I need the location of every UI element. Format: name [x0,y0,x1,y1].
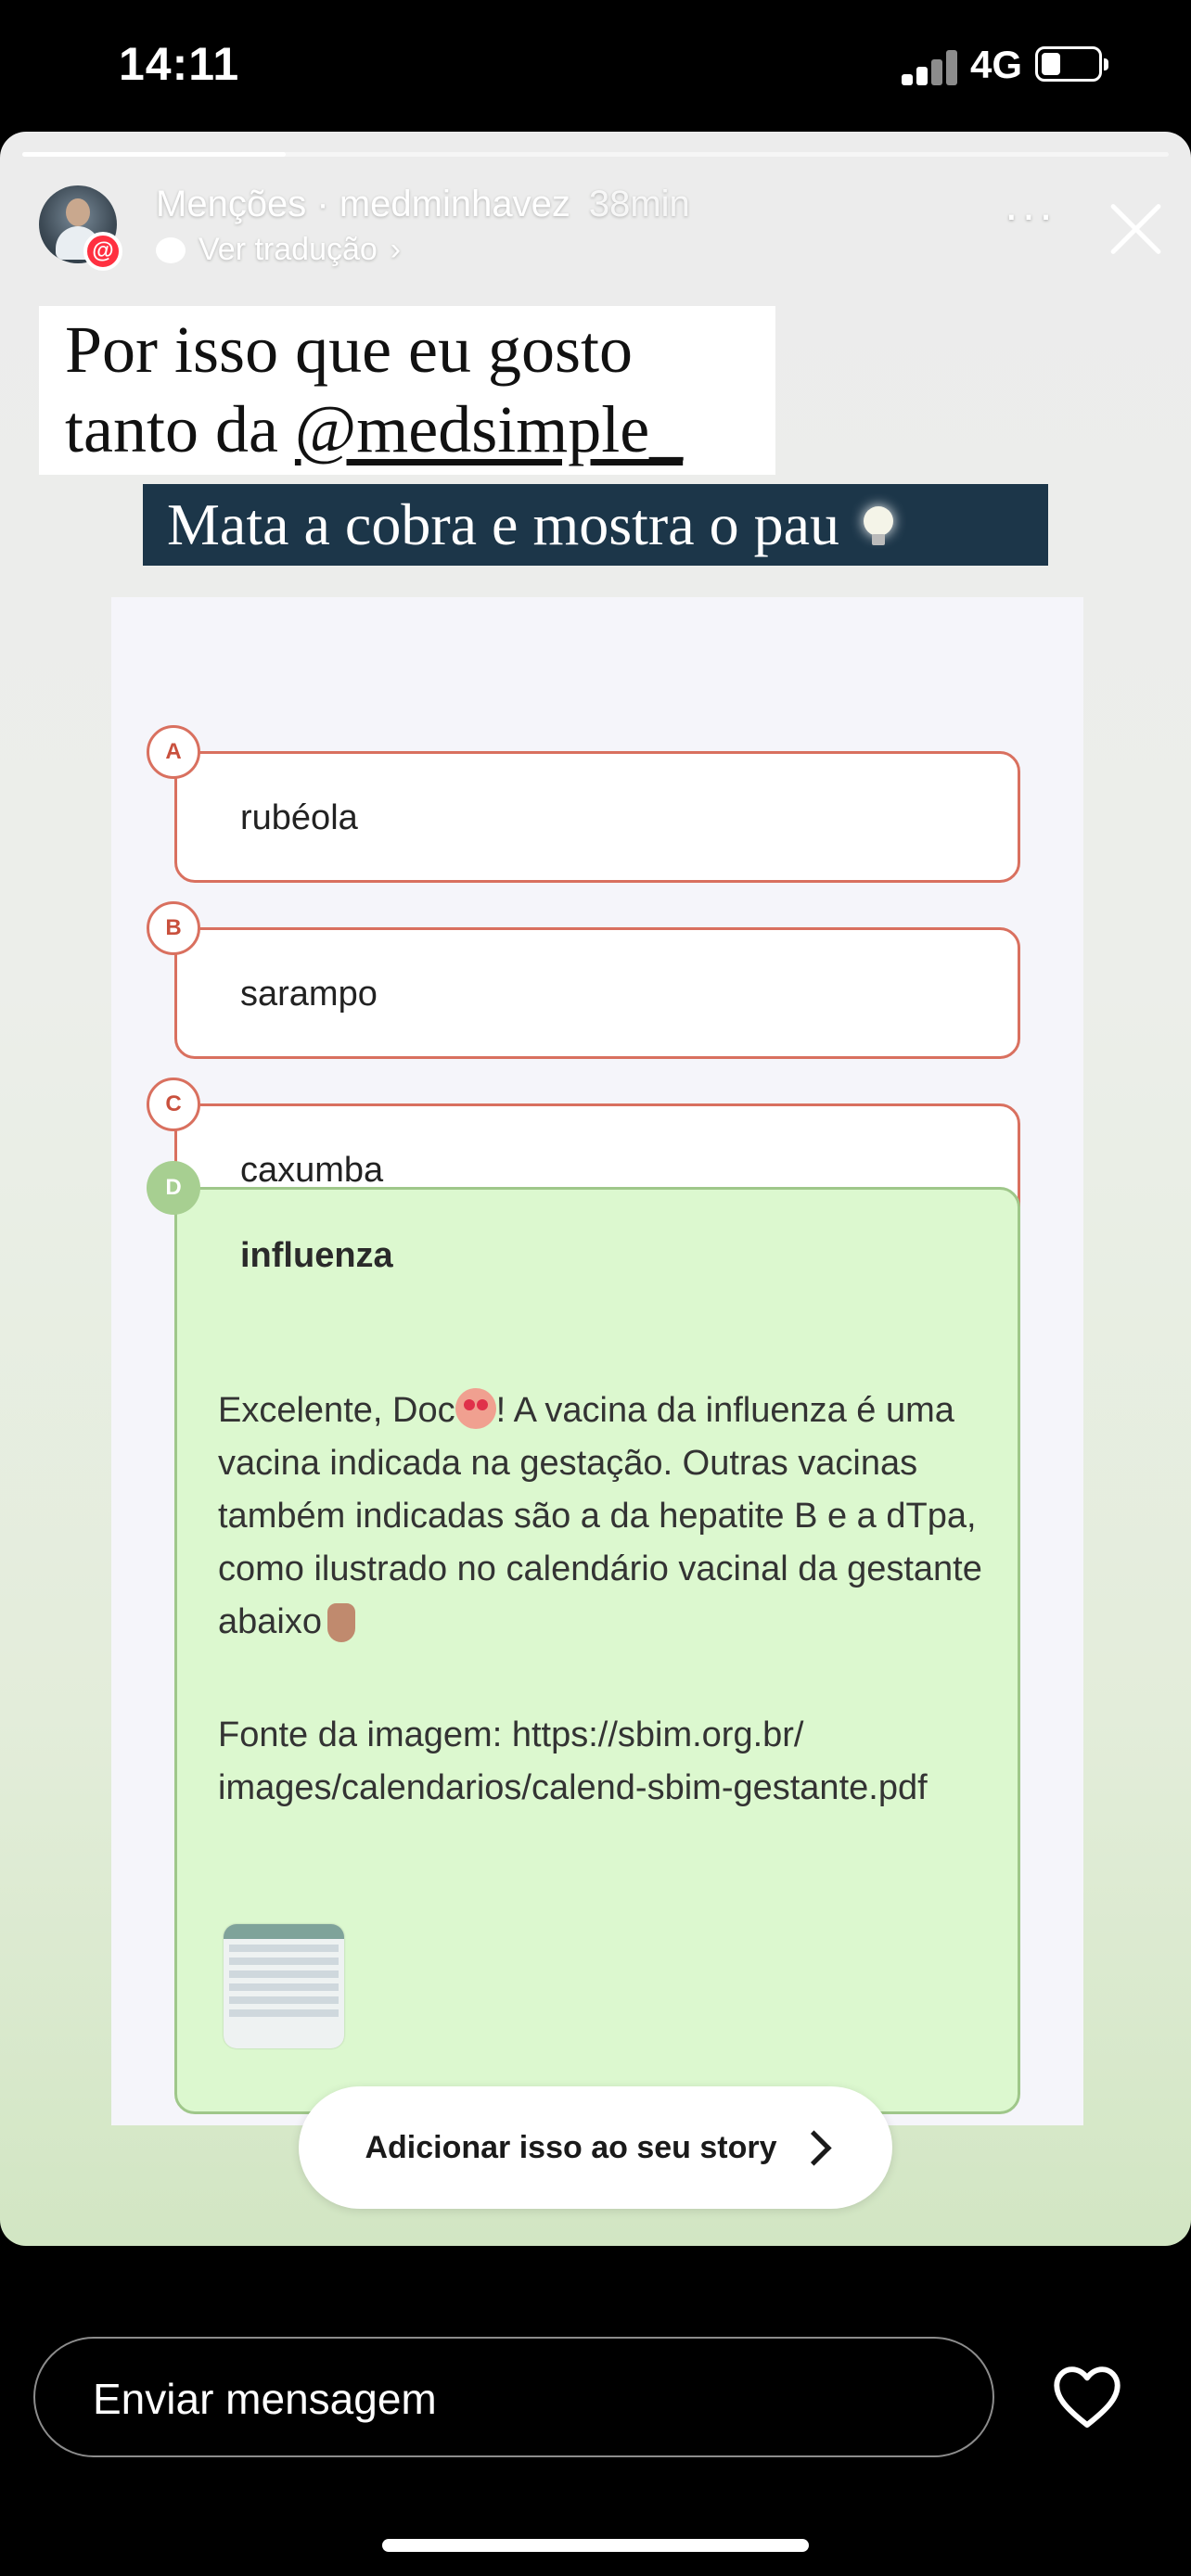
signal-icon [902,48,959,85]
option-a-text: rubéola [240,798,358,837]
option-c-text: caxumba [240,1151,384,1190]
caption-banner: Mata a cobra e mostra o pau [143,484,1048,566]
option-b: sarampo [174,927,1020,1059]
option-d-text: influenza [240,1236,393,1275]
explanation-part1: Excelente, Doc [218,1391,455,1430]
explanation-text: Excelente, Doc! A vacina da influenza é … [218,1384,988,1649]
home-indicator [382,2539,809,2552]
option-a: rubéola [174,751,1020,883]
caption-line2: tanto da @medsimple_ [65,389,775,469]
network-label: 4G [970,43,1023,86]
caption-text: Por isso que eu gosto tanto da @medsimpl… [39,306,775,475]
mention-link[interactable]: @medsimple_ [295,392,683,466]
bubble-icon [156,236,186,263]
caption-line1: Por isso que eu gosto [65,312,633,387]
option-b-badge: B [147,901,200,955]
story-viewer[interactable]: @ Menções · medminhavez 38min Ver traduçã… [0,132,1191,2246]
option-c-badge: C [147,1078,200,1131]
caption-banner-text: Mata a cobra e mostra o pau [167,491,840,557]
bulb-icon [860,506,897,545]
more-icon[interactable]: ··· [1004,191,1056,237]
mention-badge: @ [83,232,122,271]
option-d-correct: influenza Excelente, Doc! A vacina da in… [174,1187,1020,2114]
chevron-right-icon: › [390,232,402,267]
translate-label: Ver tradução [198,232,378,267]
calendar-thumbnail [224,1924,344,2048]
pointing-down-emoji-icon [327,1603,355,1642]
translate-link[interactable]: Ver tradução › [156,232,401,268]
story-username[interactable]: Menções · medminhavez 38min [156,184,690,225]
add-to-story-button[interactable]: Adicionar isso ao seu story [299,2086,892,2209]
caption-prefix: tanto da [65,392,295,466]
source-text: Fonte da imagem: https://sbim.org.br/ im… [218,1715,928,1807]
username-label: Menções · medminhavez [156,184,570,224]
message-input[interactable] [91,2368,929,2429]
status-time: 14:11 [119,38,240,90]
option-d-badge: D [147,1161,200,1215]
option-a-badge: A [147,725,200,779]
option-b-text: sarampo [240,975,378,1014]
message-field[interactable] [33,2337,994,2457]
heart-eyes-emoji-icon [455,1388,496,1429]
add-to-story-label: Adicionar isso ao seu story [365,2129,777,2165]
heart-icon[interactable] [1050,2363,1124,2429]
story-progress [22,152,1169,157]
chevron-right-icon [795,2129,832,2166]
shared-quiz-card: rubéola A sarampo B caxumba C influenza … [111,597,1083,2125]
story-time-ago: 38min [588,184,690,224]
battery-icon [1035,46,1108,82]
close-icon[interactable] [1106,198,1165,258]
